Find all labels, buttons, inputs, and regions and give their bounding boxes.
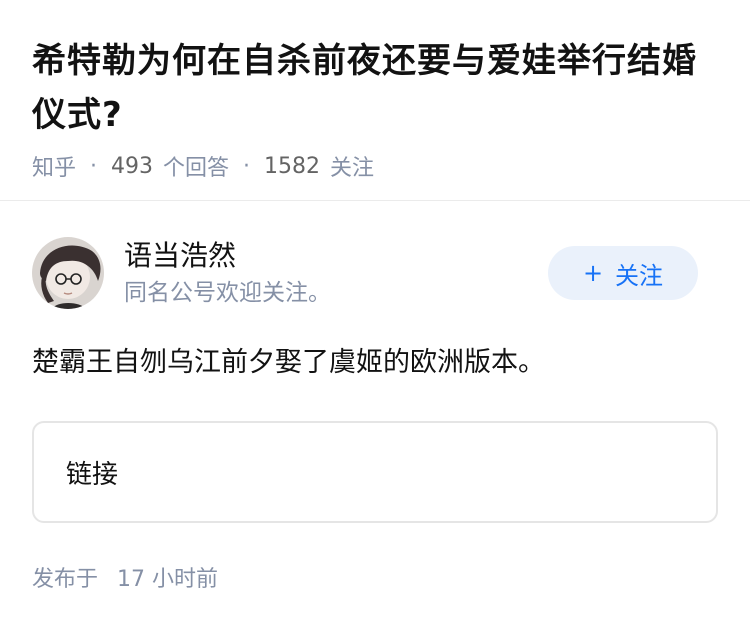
publish-time: 发布于 17 小时前 bbox=[32, 561, 718, 593]
follower-count-label: 关注 bbox=[330, 156, 375, 181]
source-label: 知乎 bbox=[32, 156, 77, 181]
meta-separator: · bbox=[243, 153, 251, 179]
author-row: 语当浩然 同名公号欢迎关注。 + 关注 bbox=[32, 235, 718, 311]
answer-content: 楚霸王自刎乌江前夕娶了虞姬的欧洲版本。 bbox=[32, 347, 545, 378]
publish-time-prefix: 发布于 bbox=[32, 567, 99, 592]
answer-count: 493 bbox=[111, 153, 154, 179]
follower-count: 1582 bbox=[264, 153, 321, 179]
question-title[interactable]: 希特勒为何在自杀前夜还要与爱娃举行结婚 仪式? bbox=[32, 34, 718, 142]
follow-button-label: 关注 bbox=[615, 261, 664, 290]
avatar-portrait-icon bbox=[32, 237, 104, 309]
meta-separator: · bbox=[90, 153, 98, 179]
follow-button[interactable]: + 关注 bbox=[548, 246, 698, 300]
question-header: 希特勒为何在自杀前夜还要与爱娃举行结婚 仪式? 知乎 · 493 个回答 · 1… bbox=[0, 0, 750, 201]
publish-time-value: 17 bbox=[117, 567, 146, 592]
answer-count-label: 个回答 bbox=[163, 156, 230, 181]
author-name[interactable]: 语当浩然 bbox=[124, 237, 331, 275]
author-bio: 同名公号欢迎关注。 bbox=[124, 280, 331, 306]
link-card[interactable]: 链接 bbox=[32, 421, 718, 523]
plus-icon: + bbox=[582, 259, 604, 287]
answer-card: 语当浩然 同名公号欢迎关注。 + 关注 楚霸王自刎乌江前夕娶了虞姬的欧洲版本。 … bbox=[0, 201, 750, 593]
question-title-line1[interactable]: 希特勒为何在自杀前夜还要与爱娃举行结婚 bbox=[32, 34, 718, 88]
publish-time-unit: 小时前 bbox=[152, 567, 219, 592]
question-title-line2[interactable]: 仪式? bbox=[32, 88, 718, 142]
avatar[interactable] bbox=[32, 237, 104, 309]
author-info: 语当浩然 同名公号欢迎关注。 bbox=[124, 237, 331, 309]
question-meta: 知乎 · 493 个回答 · 1582 关注 bbox=[32, 150, 718, 182]
link-card-label: 链接 bbox=[66, 459, 119, 490]
